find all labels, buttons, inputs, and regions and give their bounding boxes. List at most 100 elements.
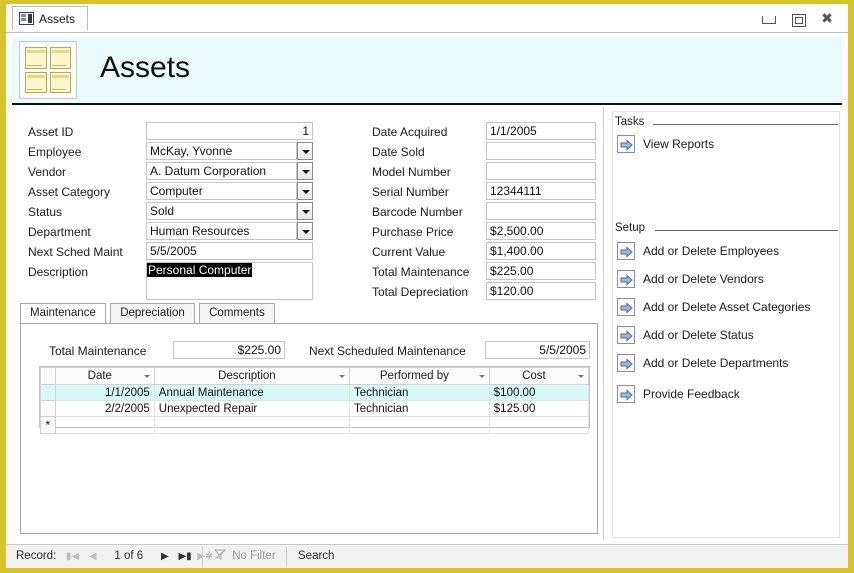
label-next-scheduled-maintenance: Next Scheduled Maintenance <box>309 344 466 358</box>
funnel-icon <box>213 546 227 560</box>
label-current-value: Current Value <box>372 245 446 259</box>
search-box[interactable]: Search <box>292 545 340 568</box>
label-status: Status <box>28 205 63 219</box>
table-row[interactable]: 1/1/2005 Annual Maintenance Technician $… <box>40 384 590 401</box>
label-next-sched-maint: Next Sched Maint <box>28 245 123 259</box>
table-row[interactable]: 2/2/2005 Unexpected Repair Technician $1… <box>40 400 590 417</box>
field-status[interactable]: Sold <box>146 202 297 220</box>
chevron-down-icon[interactable] <box>339 375 346 378</box>
chevron-down-icon[interactable] <box>297 182 313 200</box>
label-total-maintenance-tab: Total Maintenance <box>49 344 147 358</box>
field-barcode-number[interactable] <box>486 202 596 220</box>
chevron-down-icon[interactable] <box>578 375 584 378</box>
tasks-setup-panel: Tasks View Reports Setup Add or Delete E… <box>609 107 842 540</box>
form-body: Asset ID 1 Employee McKay, Yvonne Vendor… <box>12 107 842 540</box>
field-employee[interactable]: McKay, Yvonne <box>146 142 297 160</box>
column-header-description[interactable]: Description <box>153 367 351 385</box>
first-record-button[interactable]: ▮◀ <box>64 545 81 568</box>
setup-group-label: Setup <box>615 222 650 234</box>
label-model-number: Model Number <box>372 165 451 179</box>
label-department: Department <box>28 225 91 239</box>
status-divider <box>286 547 287 566</box>
command-label: Add or Delete Employees <box>643 244 780 258</box>
field-next-scheduled-maintenance[interactable]: 5/5/2005 <box>485 341 590 359</box>
next-record-button[interactable]: ▶ <box>156 545 173 568</box>
maintenance-datasheet[interactable]: Date Description Performed by Cost 1/1/2… <box>39 366 590 434</box>
label-total-maintenance: Total Maintenance <box>372 265 470 279</box>
tab-comments[interactable]: Comments <box>199 303 275 324</box>
field-model-number[interactable] <box>486 162 596 180</box>
previous-record-button[interactable]: ◀ <box>84 545 101 568</box>
field-total-maintenance[interactable]: $225.00 <box>486 262 596 280</box>
field-next-sched-maint[interactable]: 5/5/2005 <box>146 242 313 260</box>
new-record-row[interactable]: * <box>40 416 590 434</box>
cell-date[interactable]: 1/1/2005 <box>54 384 155 401</box>
field-description[interactable]: Personal Computer <box>146 262 313 300</box>
close-button[interactable]: ✖ <box>814 10 840 28</box>
cell-cost-new[interactable] <box>488 416 590 434</box>
column-header-cost[interactable]: Cost <box>488 367 590 385</box>
page-title: Assets <box>100 51 191 84</box>
chevron-down-icon[interactable] <box>297 202 313 220</box>
cell-performed-by[interactable]: Technician <box>349 384 490 401</box>
cell-performed-by-new[interactable] <box>349 416 490 434</box>
filter-label: No Filter <box>232 550 276 562</box>
panel-outline <box>612 111 840 538</box>
chevron-down-icon[interactable] <box>297 162 313 180</box>
column-header-performed-by[interactable]: Performed by <box>349 367 490 385</box>
column-label-date: Date <box>87 370 112 382</box>
field-asset-category[interactable]: Computer <box>146 182 297 200</box>
chevron-down-icon[interactable] <box>297 222 313 240</box>
column-header-date[interactable]: Date <box>54 367 155 385</box>
cell-date[interactable]: 2/2/2005 <box>54 400 155 417</box>
column-label-performed-by: Performed by <box>379 370 449 382</box>
tab-depreciation[interactable]: Depreciation <box>110 303 195 324</box>
field-purchase-price[interactable]: $2,500.00 <box>486 222 596 240</box>
label-date-acquired: Date Acquired <box>372 125 448 139</box>
cell-cost[interactable]: $125.00 <box>488 400 590 417</box>
tasks-group-label: Tasks <box>615 116 649 128</box>
chevron-down-icon[interactable] <box>478 375 485 378</box>
arrow-right-icon <box>617 354 635 372</box>
cell-description[interactable]: Annual Maintenance <box>153 384 351 401</box>
description-selected-text[interactable]: Personal Computer <box>147 263 253 277</box>
field-total-maintenance-tab[interactable]: $225.00 <box>173 341 285 359</box>
field-total-depreciation[interactable]: $120.00 <box>486 282 596 300</box>
field-current-value[interactable]: $1,400.00 <box>486 242 596 260</box>
cell-cost[interactable]: $100.00 <box>488 384 590 401</box>
minimize-button[interactable] <box>755 10 781 28</box>
row-selector[interactable] <box>40 400 56 417</box>
panel-divider <box>603 107 604 540</box>
tab-panel-maintenance: Total Maintenance $225.00 Next Scheduled… <box>20 323 598 534</box>
cell-performed-by[interactable]: Technician <box>349 400 490 417</box>
table-header-row: Date Description Performed by Cost <box>40 367 590 385</box>
field-asset-id[interactable]: 1 <box>146 122 313 140</box>
arrow-right-icon <box>617 270 635 288</box>
field-date-sold[interactable] <box>486 142 596 160</box>
field-serial-number[interactable]: 12344111 <box>486 182 596 200</box>
chevron-down-icon[interactable] <box>143 375 150 378</box>
field-date-acquired[interactable]: 1/1/2005 <box>486 122 596 140</box>
label-vendor: Vendor <box>28 165 67 179</box>
tab-headers: Maintenance Depreciation Comments <box>20 303 276 325</box>
record-position: 1 of 6 <box>114 550 144 562</box>
tab-maintenance[interactable]: Maintenance <box>20 303 106 325</box>
filter-status[interactable]: No Filter <box>208 545 282 568</box>
window-buttons: ✖ <box>755 10 840 30</box>
group-separator-line <box>653 124 838 125</box>
document-tab-assets[interactable]: Assets <box>12 6 89 31</box>
restore-button[interactable] <box>785 10 811 28</box>
last-record-button[interactable]: ▶▮ <box>177 545 194 568</box>
cell-description[interactable]: Unexpected Repair <box>153 400 351 417</box>
field-department[interactable]: Human Resources <box>146 222 297 240</box>
arrow-right-icon <box>617 135 635 153</box>
arrow-right-icon <box>617 298 635 316</box>
cell-date-new[interactable] <box>54 416 155 434</box>
detail-tab-control: Maintenance Depreciation Comments Total … <box>20 303 598 534</box>
new-record-marker[interactable]: * <box>40 416 56 434</box>
chevron-down-icon[interactable] <box>297 142 313 160</box>
field-vendor[interactable]: A. Datum Corporation <box>146 162 297 180</box>
row-selector[interactable] <box>40 384 56 401</box>
cell-description-new[interactable] <box>153 416 351 434</box>
label-employee: Employee <box>28 145 82 159</box>
